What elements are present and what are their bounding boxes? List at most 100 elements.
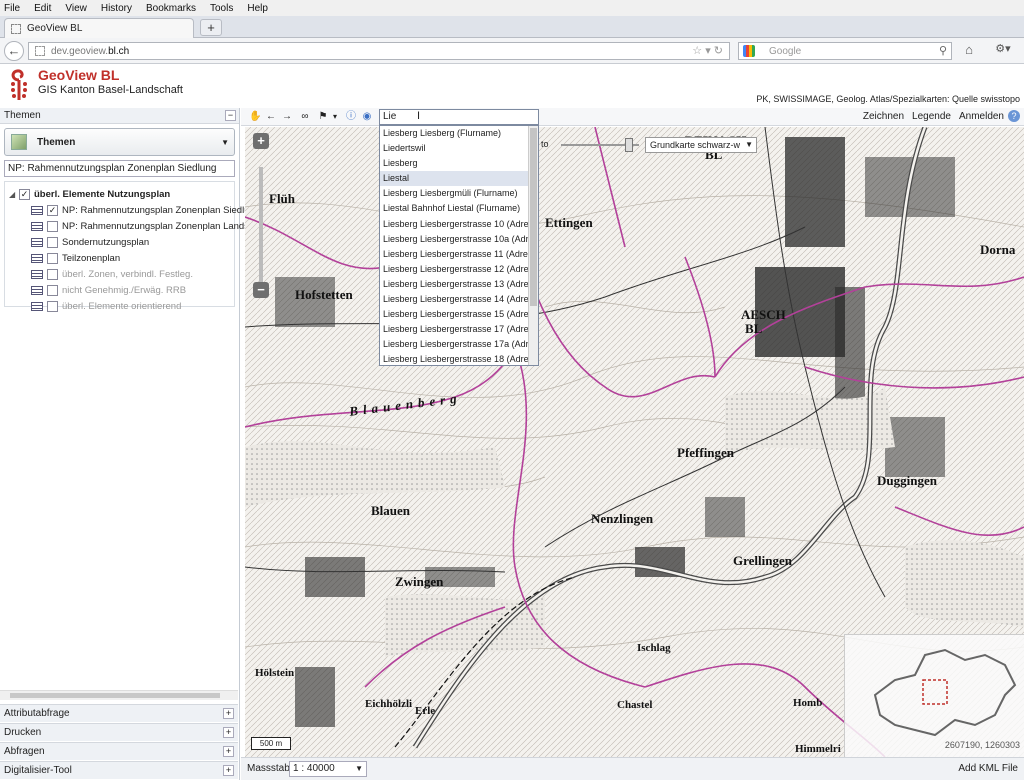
collapse-icon[interactable]: − [225,110,236,121]
zoom-in-button[interactable]: + [253,133,269,149]
map-canvas[interactable]: REINACHBLEttingenAESCHBLHofstettenFlühDo… [245,127,1024,757]
search-result-item[interactable]: Liesberg [380,156,528,171]
accordion-drucken[interactable]: Drucken + [0,723,238,741]
menu-edit[interactable]: Edit [34,3,51,14]
browser-search-bar[interactable]: Google ⚲ [738,42,952,60]
menu-bookmarks[interactable]: Bookmarks [146,3,196,14]
search-result-item[interactable]: Liesberg Liesbergerstrasse 14 (Adresse) [380,292,528,307]
active-layer-field[interactable]: NP: Rahmennutzungsplan Zonenplan Siedlun… [4,160,235,177]
place-search-input[interactable]: Lie [379,109,539,125]
expand-plus-icon[interactable]: + [223,765,234,776]
prev-extent-icon[interactable]: ← [265,111,277,123]
themen-dropdown[interactable]: Themen ▼ [4,128,235,156]
expand-plus-icon[interactable]: + [223,727,234,738]
home-icon[interactable]: ⌂ [958,42,980,60]
pin-tool-icon[interactable]: ⚑ [317,111,329,123]
layer-legend-icon[interactable] [31,205,43,215]
search-result-item[interactable]: Liesberg Liesbergerstrasse 12 (Adresse) [380,262,528,277]
expand-plus-icon[interactable]: + [223,708,234,719]
layer-legend-icon[interactable] [31,301,43,311]
search-result-item[interactable]: Liestal [380,171,528,187]
layer-tree-row[interactable]: NP: Rahmennutzungsplan Zonenplan Landsch… [31,218,270,234]
search-result-item[interactable]: Liestal Bahnhof Liestal (Flurname) [380,201,528,216]
url-bar[interactable]: dev.geoview.bl.ch ☆ ▾ ↻ [28,42,730,60]
layer-legend-icon[interactable] [31,285,43,295]
layer-checkbox[interactable] [47,236,58,248]
layer-checkbox[interactable] [47,300,58,312]
link-zeichnen[interactable]: Zeichnen [863,111,904,122]
layer-legend-icon[interactable] [31,221,43,231]
link-legende[interactable]: Legende [912,111,951,122]
menu-help[interactable]: Help [247,3,268,14]
layer-tree-row[interactable]: nicht Genehmig./Erwäg. RRB [31,282,186,298]
search-result-item[interactable]: Liesberg Liesbergerstrasse 10a (Adresse) [380,232,528,247]
google-icon [743,45,755,57]
place-label: Erle [415,705,436,717]
basemap-select[interactable]: Grundkarte schwarz-w ▼ [645,137,757,153]
layer-legend-icon[interactable] [31,253,43,263]
scrollbar-thumb[interactable] [530,128,537,306]
themen-dropdown-label: Themen [37,136,76,148]
layer-tree-row[interactable]: ✓ NP: Rahmennutzungsplan Zonenplan Siedlu… [31,202,260,218]
magnifier-icon[interactable]: ⚲ [939,44,947,57]
search-result-item[interactable]: Liesberg Liesbergerstrasse 11 (Adresse) [380,247,528,262]
layer-tree-row[interactable]: Teilzonenplan [31,250,120,266]
search-result-item[interactable]: Liesberg Liesbergerstrasse 17a (Adresse) [380,337,528,352]
layer-legend-icon[interactable] [31,269,43,279]
layer-checkbox[interactable] [47,268,58,280]
new-tab-button[interactable]: + [200,19,222,36]
layer-label: NP: Rahmennutzungsplan Zonenplan Siedlun… [62,204,261,216]
measure-icon[interactable]: ∞ [299,111,311,123]
search-result-item[interactable]: Liedertswil [380,141,528,156]
zoom-slider[interactable] [259,167,263,287]
layer-tree-row[interactable]: ◢ ✓ überl. Elemente Nutzungsplan [9,186,170,202]
menu-view[interactable]: View [65,3,87,14]
dropdown-scrollbar[interactable] [528,126,538,365]
menu-history[interactable]: History [101,3,132,14]
layer-tree-row[interactable]: überl. Zonen, verbindl. Festleg. [31,266,193,282]
bookmark-star-icon[interactable]: ☆ ▾ ↻ [692,44,723,57]
menu-tools[interactable]: Tools [210,3,233,14]
help-icon[interactable]: ? [1008,110,1020,122]
place-label: Ischlag [637,642,671,654]
expand-triangle-icon[interactable]: ◢ [9,190,17,199]
accordion-abfragen[interactable]: Abfragen + [0,742,238,760]
chevron-down-icon[interactable]: ▾ [329,111,341,123]
search-result-item[interactable]: Liesberg Liesbergerstrasse 10 (Adresse) [380,217,528,232]
link-anmelden[interactable]: Anmelden [959,111,1004,122]
search-result-item[interactable]: Liesberg Liesbergerstrasse 18 (Adresse) [380,352,528,367]
layer-checkbox[interactable] [47,284,58,296]
info-icon[interactable]: ⓘ [345,111,357,123]
layer-tree-row[interactable]: überl. Elemente orientierend [31,298,181,314]
menu-file[interactable]: File [4,3,20,14]
accordion-digitalisier-tool[interactable]: Digitalisier-Tool + [0,761,238,779]
add-kml-link[interactable]: Add KML File [958,763,1018,774]
expand-plus-icon[interactable]: + [223,746,234,757]
map-panel: ✋ ← → ∞ ⚑ ▾ ⓘ ◉ Lie I Zeichnen Legende Anm… [241,108,1024,780]
search-result-item[interactable]: Liesberg Liesbergerstrasse 15 (Adresse) [380,307,528,322]
search-result-item[interactable]: Liesberg Liesbergerstrasse 17 (Adresse) [380,322,528,337]
layer-checkbox[interactable] [47,252,58,264]
next-extent-icon[interactable]: → [281,111,293,123]
scale-select[interactable]: 1 : 40000 ▼ [289,761,367,777]
search-result-item[interactable]: Liesberg Liesberg (Flurname) [380,126,528,141]
zoom-out-button[interactable]: − [253,282,269,298]
accordion-attributabfrage[interactable]: Attributabfrage + [0,704,238,722]
globe-icon[interactable]: ◉ [361,111,373,123]
layer-checkbox[interactable]: ✓ [47,204,58,216]
search-result-item[interactable]: Liesberg Liesbergerstrasse 13 (Adresse) [380,277,528,292]
layer-legend-icon[interactable] [31,237,43,247]
back-arrow-icon[interactable]: ← [4,41,24,61]
addon-menu-icon[interactable]: ⚙▾ [988,42,1018,60]
scrollbar-thumb[interactable] [10,693,220,698]
horizontal-scrollbar[interactable] [0,690,238,700]
browser-tab[interactable]: GeoView BL [4,18,194,38]
layer-checkbox[interactable]: ✓ [19,188,30,200]
pan-hand-icon[interactable]: ✋ [249,111,261,123]
layer-tree-row[interactable]: Sondernutzungsplan [31,234,149,250]
map-status-bar: Massstab: 1 : 40000 ▼ Add KML File [241,757,1024,780]
search-result-item[interactable]: Liesberg Liesbergmüli (Flurname) [380,186,528,201]
layer-checkbox[interactable] [47,220,58,232]
opacity-slider-handle[interactable] [625,138,633,152]
overview-map[interactable] [844,634,1024,757]
